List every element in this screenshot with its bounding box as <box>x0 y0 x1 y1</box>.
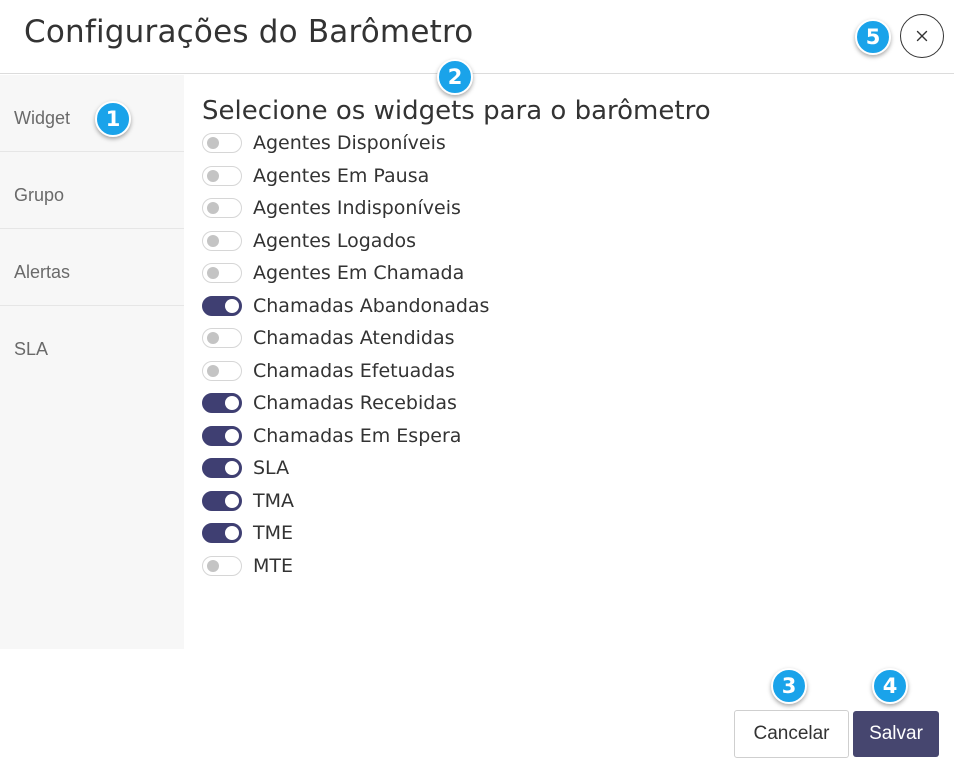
annotation-badge: 2 <box>437 59 473 95</box>
close-icon <box>916 30 928 42</box>
widget-toggle[interactable] <box>202 360 242 381</box>
widget-label: TMA <box>253 489 294 512</box>
annotation-badge: 3 <box>771 668 807 704</box>
widget-row: Agentes Disponíveis <box>202 127 711 160</box>
sidebar-item-alertas[interactable]: Alertas <box>0 229 184 306</box>
toggle-knob <box>207 364 219 377</box>
toggle-knob <box>207 234 219 247</box>
widget-label: Chamadas Abandonadas <box>253 294 490 317</box>
cancel-button[interactable]: Cancelar <box>734 710 849 758</box>
toggle-knob <box>207 332 219 345</box>
dialog-header: Configurações do Barômetro <box>0 0 954 74</box>
widget-toggle[interactable] <box>202 523 242 544</box>
toggle-knob <box>207 267 219 280</box>
sidebar-item-grupo[interactable]: Grupo <box>0 152 184 229</box>
widget-toggle[interactable] <box>202 490 242 511</box>
toggle-knob <box>225 461 239 476</box>
widget-label: Chamadas Atendidas <box>253 327 455 350</box>
widget-row: Chamadas Atendidas <box>202 322 711 355</box>
widget-label: Agentes Disponíveis <box>253 132 446 155</box>
toggle-knob <box>207 137 219 150</box>
sidebar-item-label: Alertas <box>14 262 71 282</box>
toggle-knob <box>225 298 239 313</box>
widget-label: Chamadas Em Espera <box>253 424 462 447</box>
annotation-badge: 5 <box>855 19 891 55</box>
widget-row: Agentes Indisponíveis <box>202 192 711 225</box>
annotation-badge: 1 <box>95 101 131 137</box>
toggle-knob <box>225 396 239 411</box>
widget-toggle[interactable] <box>202 198 242 219</box>
widget-toggle[interactable] <box>202 295 242 316</box>
widget-list: Agentes Disponíveis Agentes Em Pausa Agent… <box>202 127 711 582</box>
sidebar-item-label: Widget <box>14 108 71 128</box>
widget-toggle[interactable] <box>202 555 242 576</box>
widget-toggle[interactable] <box>202 458 242 479</box>
widget-label: TME <box>253 522 294 545</box>
toggle-knob <box>207 169 219 182</box>
widget-row: Agentes Em Pausa <box>202 160 711 193</box>
sidebar-item-sla[interactable]: SLA <box>0 306 184 383</box>
widget-label: Chamadas Recebidas <box>253 392 457 415</box>
toggle-knob <box>225 428 239 443</box>
widget-toggle[interactable] <box>202 393 242 414</box>
widget-row: Chamadas Recebidas <box>202 387 711 420</box>
widget-toggle[interactable] <box>202 263 242 284</box>
widget-label: SLA <box>253 457 290 480</box>
sidebar-item-widget[interactable]: Widget <box>0 75 184 152</box>
widget-label: Agentes Indisponíveis <box>253 197 461 220</box>
widget-label: Chamadas Efetuadas <box>253 359 455 382</box>
widget-row: Chamadas Efetuadas <box>202 355 711 388</box>
widget-row: TMA <box>202 485 711 518</box>
widget-row: SLA <box>202 452 711 485</box>
widget-label: Agentes Em Chamada <box>253 262 465 285</box>
widget-settings-panel: Selecione os widgets para o barômetro Ag… <box>202 96 711 582</box>
annotation-badge: 4 <box>872 668 908 704</box>
section-title: Selecione os widgets para o barômetro <box>202 96 711 126</box>
save-button[interactable]: Salvar <box>853 711 939 757</box>
widget-label: Agentes Em Pausa <box>253 164 430 187</box>
widget-row: Chamadas Abandonadas <box>202 290 711 323</box>
toggle-knob <box>207 559 219 572</box>
widget-row: MTE <box>202 550 711 583</box>
sidebar: Widget Grupo Alertas SLA <box>0 75 184 649</box>
sidebar-item-label: SLA <box>14 339 49 359</box>
toggle-knob <box>207 202 219 215</box>
close-button[interactable] <box>900 14 944 58</box>
widget-label: MTE <box>253 554 294 577</box>
widget-toggle[interactable] <box>202 230 242 251</box>
widget-row: TME <box>202 517 711 550</box>
widget-row: Chamadas Em Espera <box>202 420 711 453</box>
widget-label: Agentes Logados <box>253 229 417 252</box>
toggle-knob <box>225 526 239 541</box>
widget-row: Agentes Em Chamada <box>202 257 711 290</box>
dialog-title: Configurações do Barômetro <box>24 14 474 50</box>
widget-toggle[interactable] <box>202 165 242 186</box>
widget-toggle[interactable] <box>202 328 242 349</box>
sidebar-item-label: Grupo <box>14 185 65 205</box>
toggle-knob <box>225 493 239 508</box>
widget-toggle[interactable] <box>202 133 242 154</box>
widget-row: Agentes Logados <box>202 225 711 258</box>
widget-toggle[interactable] <box>202 425 242 446</box>
